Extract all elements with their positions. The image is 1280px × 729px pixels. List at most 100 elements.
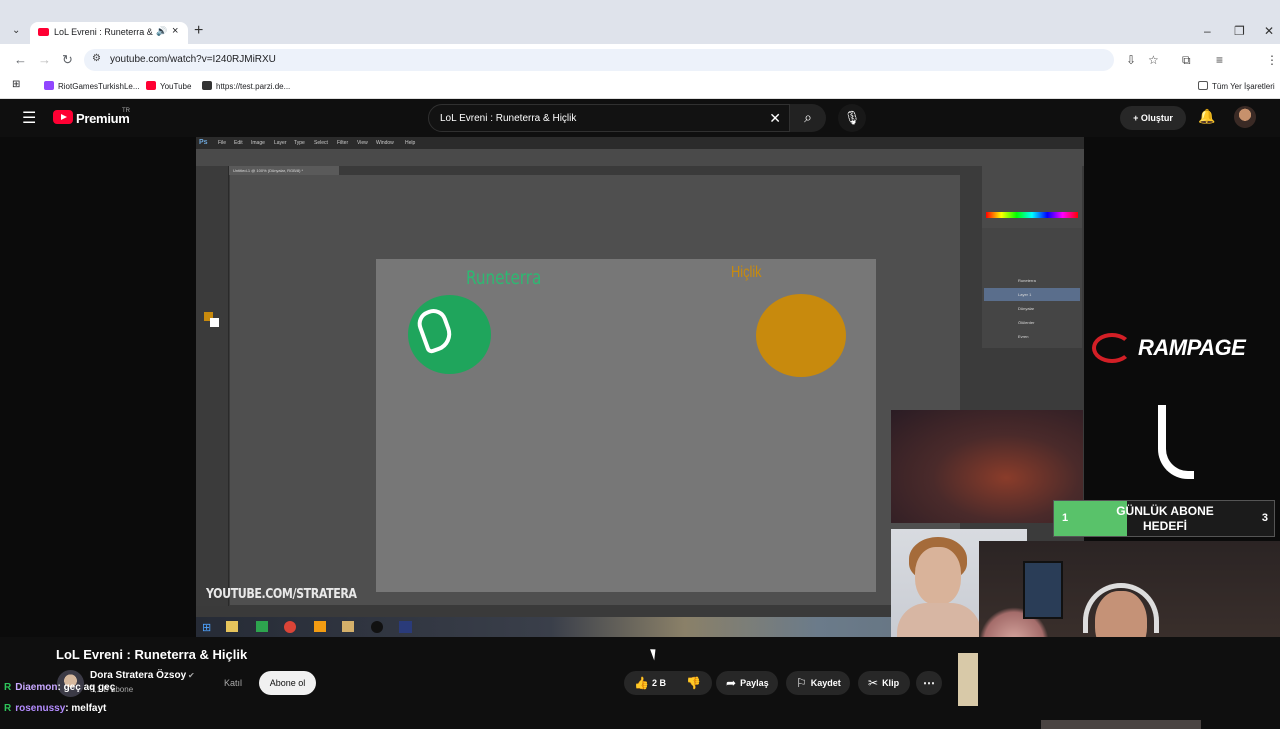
install-app-icon[interactable]: ⇩ bbox=[1126, 53, 1136, 67]
browser-tab[interactable]: LoL Evreni : Runeterra & Hi 🔊 × bbox=[30, 22, 188, 44]
clip-button[interactable]: ✂ Klip bbox=[858, 671, 910, 695]
tab-close-icon[interactable]: × bbox=[172, 25, 178, 37]
runeterra-logo-icon bbox=[413, 305, 457, 355]
create-button[interactable]: + Oluştur bbox=[1120, 106, 1186, 130]
tab-title: LoL Evreni : Runeterra & Hi bbox=[54, 27, 154, 37]
chat-message: Rrosenussy: melfayt bbox=[4, 703, 106, 714]
ps-menu-select: Select bbox=[314, 140, 328, 146]
bookmark-riotgames[interactable]: RiotGamesTurkishLe... bbox=[44, 81, 140, 91]
tab-search-icon[interactable]: ⌄ bbox=[12, 25, 20, 36]
create-label: Oluştur bbox=[1140, 113, 1173, 123]
subscribe-button[interactable]: Abone ol bbox=[259, 671, 316, 695]
extensions-icon[interactable]: ⧉ bbox=[1182, 53, 1191, 68]
vlc-icon bbox=[314, 621, 326, 632]
more-actions-button[interactable]: ⋯ bbox=[916, 671, 942, 695]
channel-watermark: YOUTUBE.COM/STRATERA bbox=[206, 587, 357, 602]
region-code: TR bbox=[122, 108, 130, 114]
account-avatar[interactable] bbox=[1234, 106, 1256, 128]
bookmark-test-parzi[interactable]: https://test.parzi.de... bbox=[202, 81, 290, 91]
media-control-icon[interactable]: ≡ bbox=[1216, 53, 1223, 67]
windows-start-icon: ⊞ bbox=[202, 622, 212, 634]
reload-icon[interactable]: ↻ bbox=[62, 52, 73, 68]
chat-user: Diaemon bbox=[15, 682, 58, 693]
search-query: LoL Evreni : Runeterra & Hiçlik bbox=[440, 113, 577, 124]
video-title: LoL Evreni : Runeterra & Hiçlik bbox=[56, 647, 248, 662]
ps-layer: Evren bbox=[1018, 334, 1029, 339]
rampage-text: RAMPAGE bbox=[1138, 335, 1246, 360]
ps-layers-panel: Runeterra Layer 1 Dünyalar Ölülerder Evr… bbox=[982, 228, 1082, 348]
hiclik-circle bbox=[756, 294, 846, 377]
related-thumbnail[interactable] bbox=[958, 653, 978, 706]
close-window-icon[interactable]: ✕ bbox=[1264, 24, 1274, 38]
youtube-icon bbox=[146, 81, 156, 90]
chat-message: R Diaemon: geç aq geç bbox=[4, 682, 115, 693]
daily-subscriber-goal: 1 GÜNLÜK ABONE HEDEFİ 3 bbox=[1053, 500, 1275, 537]
notifications-bell-icon[interactable]: 🔔 bbox=[1198, 108, 1215, 125]
minimize-icon[interactable]: – bbox=[1204, 24, 1211, 38]
bookmark-star-icon[interactable]: ☆ bbox=[1148, 53, 1159, 67]
site-info-icon[interactable]: ⚙ bbox=[92, 53, 101, 64]
ps-menu-type: Type bbox=[294, 140, 305, 146]
excel-icon bbox=[256, 621, 268, 632]
folder-icon bbox=[1198, 81, 1208, 90]
chrome-icon bbox=[284, 621, 296, 633]
bookmarks-bar: ⊞ RiotGamesTurkishLe... YouTube https://… bbox=[0, 76, 1280, 99]
ps-canvas: Runeterra Hiçlik bbox=[376, 259, 876, 592]
ps-menu-edit: Edit bbox=[234, 140, 243, 146]
join-button[interactable]: Katıl bbox=[214, 671, 252, 695]
runeterra-circle bbox=[408, 295, 491, 374]
site-icon bbox=[202, 81, 212, 90]
youtube-favicon-icon bbox=[38, 28, 49, 36]
maximize-icon[interactable]: ❐ bbox=[1234, 24, 1245, 38]
plus-icon: + bbox=[1133, 113, 1141, 123]
rampage-logo: RAMPAGE bbox=[1090, 333, 1280, 363]
forward-icon[interactable]: → bbox=[38, 52, 51, 67]
youtube-logo-icon[interactable] bbox=[53, 110, 73, 124]
ps-workspace: Runeterra Hiçlik bbox=[230, 175, 960, 605]
runeterra-label: Runeterra bbox=[466, 267, 542, 289]
ps-color-ramp bbox=[986, 212, 1078, 218]
chat-user: rosenussy bbox=[15, 703, 66, 714]
goal-title: GÜNLÜK ABONE HEDEFİ bbox=[1116, 504, 1214, 533]
chat-badge-icon: R bbox=[4, 682, 12, 693]
ps-logo-icon: Ps bbox=[199, 139, 208, 146]
app-icon bbox=[342, 621, 354, 632]
dislike-icon[interactable]: 👎 bbox=[686, 676, 701, 690]
chat-text: : geç aq geç bbox=[57, 682, 116, 693]
share-button[interactable]: ➦ Paylaş bbox=[716, 671, 778, 695]
ps-toolbox bbox=[196, 166, 229, 606]
ps-menu-help: Help bbox=[405, 140, 416, 146]
like-icon[interactable]: 👍 bbox=[634, 676, 649, 690]
new-tab-icon[interactable]: + bbox=[194, 22, 203, 40]
search-icon: ⌕ bbox=[804, 109, 812, 125]
all-bookmarks[interactable]: Tüm Yer İşaretleri bbox=[1198, 81, 1275, 91]
microphone-icon: 🎙 bbox=[843, 110, 861, 125]
chat-badge-icon: R bbox=[4, 703, 12, 714]
browser-tab-strip: ⌄ LoL Evreni : Runeterra & Hi 🔊 × + – ❐ … bbox=[0, 0, 1280, 44]
rampage-mark-icon bbox=[1092, 333, 1132, 363]
obs-icon bbox=[371, 621, 383, 633]
address-bar[interactable]: ⚙ youtube.com/watch?v=I240RJMiRXU bbox=[84, 49, 1114, 71]
twitch-icon bbox=[44, 81, 54, 90]
bookmark-icon: ⚐ bbox=[796, 676, 807, 690]
ps-menu-image: Image bbox=[251, 140, 265, 146]
clear-search-icon[interactable]: ✕ bbox=[769, 110, 781, 127]
share-icon: ➦ bbox=[726, 676, 737, 690]
channel-name[interactable]: Dora Stratera Özsoy bbox=[90, 670, 186, 681]
hiclik-label: Hiçlik bbox=[731, 264, 762, 281]
save-button[interactable]: ⚐ Kaydet bbox=[786, 671, 850, 695]
goal-current: 1 bbox=[1062, 512, 1069, 524]
browser-menu-icon[interactable]: ⋮ bbox=[1266, 53, 1278, 67]
search-input[interactable]: LoL Evreni : Runeterra & Hiçlik ✕ bbox=[428, 104, 790, 132]
goal-target: 3 bbox=[1261, 512, 1268, 524]
apps-grid-icon[interactable]: ⊞ bbox=[12, 79, 20, 90]
video-player[interactable]: Ps File Edit Image Layer Type Select Fil… bbox=[0, 137, 1280, 729]
hamburger-menu-icon[interactable]: ☰ bbox=[22, 108, 36, 128]
search-button[interactable]: ⌕ bbox=[790, 104, 826, 132]
browser-toolbar: ← → ↻ ⚙ youtube.com/watch?v=I240RJMiRXU … bbox=[0, 44, 1280, 110]
back-icon[interactable]: ← bbox=[14, 52, 27, 67]
voice-search-button[interactable]: 🎙 bbox=[838, 104, 866, 132]
address-url: youtube.com/watch?v=I240RJMiRXU bbox=[110, 54, 276, 65]
tab-audio-icon[interactable]: 🔊 bbox=[156, 26, 167, 37]
bookmark-youtube[interactable]: YouTube bbox=[146, 81, 191, 91]
